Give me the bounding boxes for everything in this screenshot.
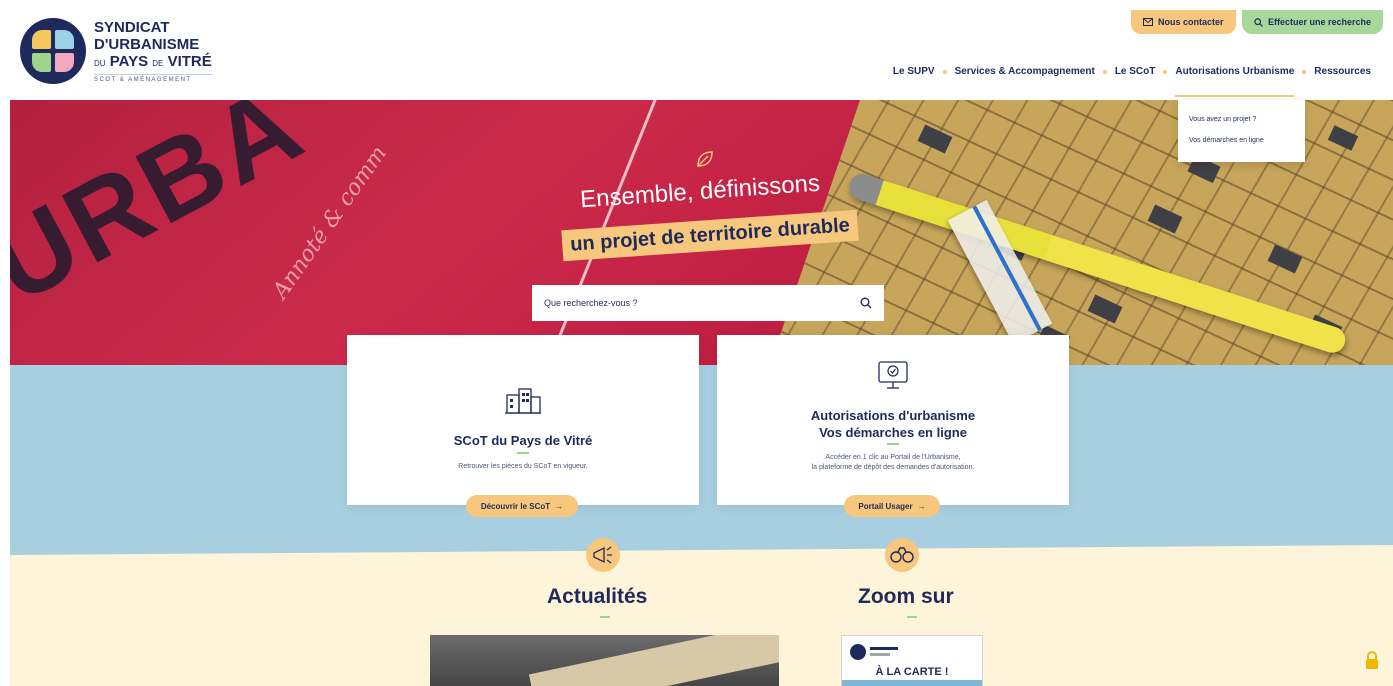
portail-usager-button[interactable]: Portail Usager → xyxy=(844,495,940,517)
nav-separator xyxy=(1163,69,1168,74)
contact-button-label: Nous contacter xyxy=(1158,17,1224,27)
feature-band xyxy=(10,365,1393,565)
nav-item-le-supv[interactable]: Le SUPV xyxy=(893,66,935,77)
mail-icon xyxy=(1143,18,1153,26)
news-article-image[interactable] xyxy=(430,635,779,686)
logo-mark-icon xyxy=(20,18,86,84)
monitor-icon xyxy=(877,360,909,395)
arrow-right-icon: → xyxy=(555,501,564,511)
logo-line-3: DU PAYS DE VITRÉ xyxy=(94,52,212,70)
site-header: SYNDICAT D'URBANISME DU PAYS DE VITRÉ SC… xyxy=(10,10,1393,100)
news-section-underline xyxy=(600,616,610,618)
scot-card-title: SCoT du Pays de Vitré xyxy=(453,433,593,448)
search-icon[interactable] xyxy=(860,297,872,309)
contact-button[interactable]: Nous contacter xyxy=(1131,10,1236,34)
logo-line-2: D'URBANISME xyxy=(94,35,200,53)
zoom-section-title: Zoom sur xyxy=(858,585,954,608)
nav-dropdown: Vous avez un projet ? Vos démarches en l… xyxy=(1178,100,1305,162)
search-button-label: Effectuer une recherche xyxy=(1268,17,1372,27)
urbanism-card-description-2: la plateforme de dépôt des demandes d'au… xyxy=(811,464,975,471)
dropdown-item-demarches[interactable]: Vos démarches en ligne xyxy=(1189,137,1264,144)
logo-line-1: SYNDICAT xyxy=(94,18,170,36)
dropdown-item-projet[interactable]: Vous avez un projet ? xyxy=(1189,116,1256,123)
nav-separator xyxy=(1102,69,1107,74)
urbanism-card-title-2: Vos démarches en ligne xyxy=(819,425,967,440)
nav-item-services[interactable]: Services & Accompagnement xyxy=(955,66,1095,77)
binoculars-icon xyxy=(885,538,919,572)
urbanism-card-underline xyxy=(887,443,899,445)
page-frame: SYNDICAT D'URBANISME DU PAYS DE VITRÉ SC… xyxy=(10,10,1393,686)
discover-scot-button[interactable]: Découvrir le SCoT → xyxy=(466,495,578,517)
logo-tagline: SCOT & AMÉNAGEMENT xyxy=(94,73,212,83)
search-icon xyxy=(1254,17,1263,27)
nav-separator xyxy=(942,69,947,74)
news-section-title: Actualités xyxy=(547,585,648,608)
logo-wordmark: SYNDICAT D'URBANISME DU PAYS DE VITRÉ SC… xyxy=(94,20,212,83)
nav-item-ressources[interactable]: Ressources xyxy=(1314,66,1371,77)
discover-scot-label: Découvrir le SCoT xyxy=(480,501,551,511)
urbanism-card[interactable]: Autorisations d'urbanisme Vos démarches … xyxy=(717,335,1069,505)
search-placeholder: Que recherchez-vous ? xyxy=(544,298,638,308)
urbanism-card-description-1: Accéder en 1 clic au Portail de l'Urbani… xyxy=(825,454,961,461)
search-button[interactable]: Effectuer une recherche xyxy=(1242,10,1384,34)
nav-item-le-scot[interactable]: Le SCoT xyxy=(1115,66,1156,77)
hero-search-input[interactable]: Que recherchez-vous ? xyxy=(532,285,884,321)
zoom-section-underline xyxy=(907,616,917,618)
buildings-icon xyxy=(503,385,543,422)
urbanism-card-title-1: Autorisations d'urbanisme xyxy=(810,408,976,423)
nav-separator xyxy=(1302,69,1307,74)
megaphone-icon xyxy=(586,538,620,572)
main-nav: Le SUPV Services & Accompagnement Le SCo… xyxy=(893,66,1371,97)
scot-card-underline xyxy=(517,452,529,454)
arrow-right-icon: → xyxy=(917,501,926,511)
scot-card-description: Retrouver les pièces du SCoT en vigueur. xyxy=(458,463,588,470)
nav-item-autorisations[interactable]: Autorisations Urbanisme xyxy=(1175,66,1295,97)
site-logo[interactable]: SYNDICAT D'URBANISME DU PAYS DE VITRÉ SC… xyxy=(20,18,212,84)
leaf-icon xyxy=(694,148,716,176)
scot-card[interactable]: SCoT du Pays de Vitré Retrouver les pièc… xyxy=(347,335,699,505)
lock-icon[interactable] xyxy=(1364,650,1380,670)
portail-usager-label: Portail Usager xyxy=(858,501,913,511)
zoom-card-title: À LA CARTE ! xyxy=(875,666,949,678)
zoom-card-image[interactable]: À LA CARTE ! xyxy=(841,635,983,686)
